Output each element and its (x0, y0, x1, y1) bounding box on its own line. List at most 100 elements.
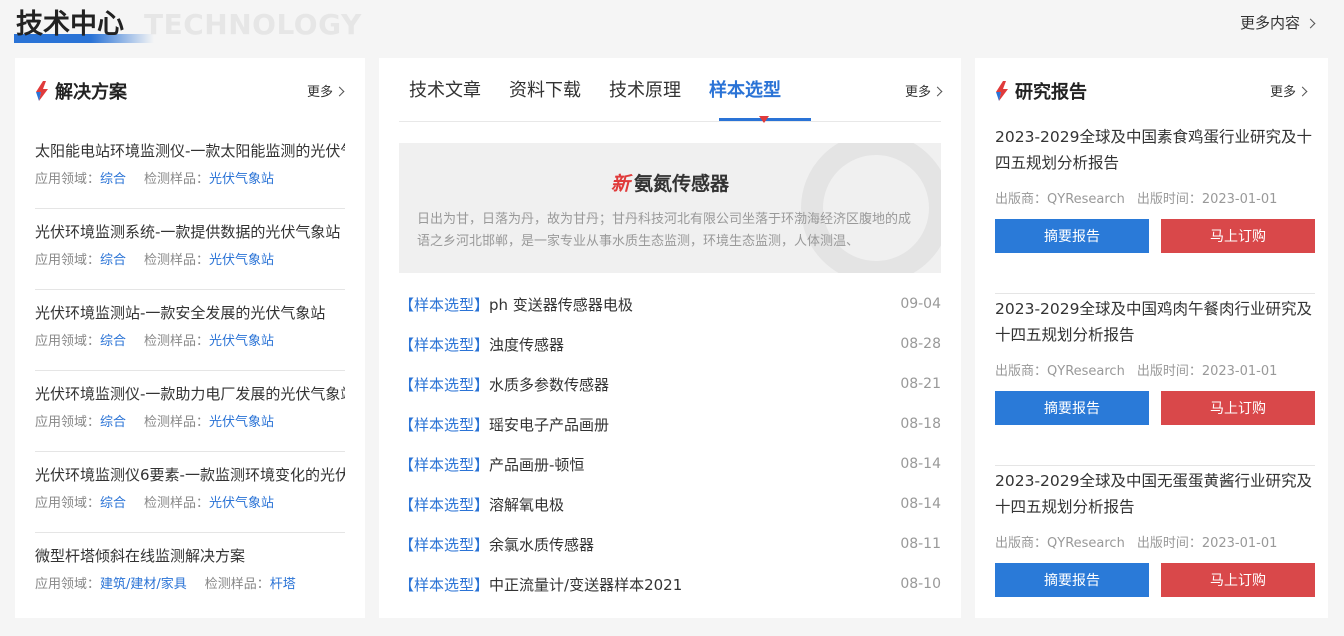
tab-downloads[interactable]: 资料下载 (509, 79, 581, 103)
solution-meta: 应用领域：综合 检测样品：光伏气象站 (35, 492, 345, 511)
article-date: 08-28 (900, 336, 941, 352)
list-item[interactable]: 【样本选型】余氯水质传感器 08-11 (399, 524, 941, 564)
section-title: TECHNOLOGY 技术中心 (14, 6, 361, 46)
reports-more-link[interactable]: 更多 (1270, 81, 1308, 100)
list-item[interactable]: 【样本选型】浊度传感器 08-28 (399, 324, 941, 364)
report-meta: 出版商：QYResearch 出版时间：2023-01-01 (995, 360, 1315, 379)
article-title[interactable]: 水质多参数传感器 (489, 376, 609, 394)
solutions-title-text: 解决方案 (55, 82, 127, 103)
field-value[interactable]: 综合 (100, 496, 126, 511)
section-title-en: TECHNOLOGY (144, 8, 362, 41)
sample-label: 检测样品： (144, 496, 210, 511)
article-tag[interactable]: 【样本选型】 (399, 296, 489, 314)
list-item[interactable]: 【样本选型】ph 变送器传感器电极 09-04 (399, 284, 941, 324)
featured-title[interactable]: 新氨氮传感器 (399, 169, 941, 196)
tab-sample-selection[interactable]: 样本选型 (709, 79, 781, 103)
article-date: 08-14 (900, 456, 941, 472)
sample-value[interactable]: 光伏气象站 (209, 415, 274, 430)
list-item[interactable]: 【样本选型】产品画册-顿恒 08-14 (399, 444, 941, 484)
sample-value[interactable]: 光伏气象站 (209, 496, 274, 511)
sample-value[interactable]: 光伏气象站 (209, 172, 274, 187)
report-title[interactable]: 2023-2029全球及中国素食鸡蛋行业研究及十四五规划分析报告 (995, 124, 1315, 176)
summary-report-button[interactable]: 摘要报告 (995, 563, 1149, 597)
article-title[interactable]: 溶解氧电极 (489, 496, 564, 514)
field-label: 应用领域： (35, 496, 101, 511)
bolt-icon (36, 81, 48, 101)
field-value[interactable]: 综合 (100, 415, 126, 430)
article-tag[interactable]: 【样本选型】 (399, 536, 489, 554)
solution-title[interactable]: 太阳能电站环境监测仪-一款太阳能监测的光伏气象站 (35, 141, 345, 161)
solution-title[interactable]: 光伏环境监测仪6要素-一款监测环境变化的光伏气象站 (35, 465, 345, 485)
article-title[interactable]: 产品画册-顿恒 (489, 456, 584, 474)
featured-description: 日出为甘，日落为丹，故为甘丹；甘丹科技河北有限公司坐落于环渤海经济区腹地的成语之… (417, 212, 912, 249)
article-date: 08-11 (900, 536, 941, 552)
article-title[interactable]: 浊度传感器 (489, 336, 564, 354)
sample-value[interactable]: 光伏气象站 (209, 253, 274, 268)
field-value[interactable]: 综合 (100, 172, 126, 187)
solution-title[interactable]: 光伏环境监测系统-一款提供数据的光伏气象站 (35, 222, 345, 242)
article-tag[interactable]: 【样本选型】 (399, 336, 489, 354)
list-item[interactable]: 【样本选型】溶解氧电极 08-14 (399, 484, 941, 524)
publisher-value: QYResearch (1047, 364, 1125, 379)
article-tag[interactable]: 【样本选型】 (399, 376, 489, 394)
article-tag[interactable]: 【样本选型】 (399, 416, 489, 434)
sample-value[interactable]: 光伏气象站 (209, 334, 274, 349)
article-tag[interactable]: 【样本选型】 (399, 456, 489, 474)
list-item: 2023-2029全球及中国素食鸡蛋行业研究及十四五规划分析报告 出版商：QYR… (995, 122, 1315, 294)
article-title[interactable]: 余氯水质传感器 (489, 536, 594, 554)
list-item[interactable]: 【样本选型】水质多参数传感器 08-21 (399, 364, 941, 404)
list-item[interactable]: 光伏环境监测仪-一款助力电厂发展的光伏气象站 应用领域：综合 检测样品：光伏气象站 (35, 371, 345, 452)
article-date: 08-14 (900, 496, 941, 512)
article-title[interactable]: ph 变送器传感器电极 (489, 296, 633, 314)
sample-label: 检测样品： (144, 253, 210, 268)
solution-title[interactable]: 光伏环境监测仪-一款助力电厂发展的光伏气象站 (35, 384, 345, 404)
publisher-value: QYResearch (1047, 192, 1125, 207)
list-item[interactable]: 光伏环境监测系统-一款提供数据的光伏气象站 应用领域：综合 检测样品：光伏气象站 (35, 209, 345, 290)
field-value[interactable]: 综合 (100, 334, 126, 349)
report-meta: 出版商：QYResearch 出版时间：2023-01-01 (995, 188, 1315, 207)
list-item[interactable]: 光伏环境监测站-一款安全发展的光伏气象站 应用领域：综合 检测样品：光伏气象站 (35, 290, 345, 371)
list-item[interactable]: 微型杆塔倾斜在线监测解决方案 应用领域：建筑/建材/家具 检测样品：杆塔 (35, 533, 345, 614)
featured-card[interactable]: 新氨氮传感器 日出为甘，日落为丹，故为甘丹；甘丹科技河北有限公司坐落于环渤海经济… (399, 143, 941, 273)
date-value: 2023-01-01 (1201, 364, 1278, 379)
article-tag[interactable]: 【样本选型】 (399, 576, 489, 594)
article-title[interactable]: 中正流量计/变送器样本2021 (489, 576, 682, 594)
solutions-more-link[interactable]: 更多 (307, 81, 345, 100)
summary-report-button[interactable]: 摘要报告 (995, 219, 1149, 253)
order-now-button[interactable]: 马上订购 (1161, 563, 1315, 597)
report-actions: 摘要报告 马上订购 (995, 563, 1315, 597)
report-meta: 出版商：QYResearch 出版时间：2023-01-01 (995, 532, 1315, 551)
publisher-label: 出版商： (995, 364, 1048, 379)
date-label: 出版时间： (1136, 364, 1202, 379)
article-title[interactable]: 瑶安电子产品画册 (489, 416, 609, 434)
field-label: 应用领域： (35, 415, 101, 430)
field-value[interactable]: 综合 (100, 253, 126, 268)
date-value: 2023-01-01 (1201, 536, 1278, 551)
list-item[interactable]: 【样本选型】瑶安电子产品画册 08-18 (399, 404, 941, 444)
article-list: 【样本选型】ph 变送器传感器电极 09-04 【样本选型】浊度传感器 08-2… (399, 284, 941, 604)
tab-tech-articles[interactable]: 技术文章 (409, 79, 481, 103)
sample-value[interactable]: 杆塔 (270, 577, 296, 592)
tech-panel: 技术文章 资料下载 技术原理 样本选型 更多 新氨氮传感器 日出为甘，日落为丹，… (379, 58, 961, 618)
more-content-link[interactable]: 更多内容 (1240, 12, 1316, 33)
summary-report-button[interactable]: 摘要报告 (995, 391, 1149, 425)
field-value[interactable]: 建筑/建材/家具 (100, 577, 187, 592)
order-now-button[interactable]: 马上订购 (1161, 391, 1315, 425)
reports-title-text: 研究报告 (1015, 82, 1087, 103)
article-date: 08-21 (900, 376, 941, 392)
tech-more-link[interactable]: 更多 (905, 81, 943, 100)
report-title[interactable]: 2023-2029全球及中国鸡肉午餐肉行业研究及十四五规划分析报告 (995, 296, 1315, 348)
list-item[interactable]: 【样本选型】中正流量计/变送器样本2021 08-10 (399, 564, 941, 604)
report-title[interactable]: 2023-2029全球及中国无蛋蛋黄酱行业研究及十四五规划分析报告 (995, 468, 1315, 520)
solution-title[interactable]: 微型杆塔倾斜在线监测解决方案 (35, 546, 345, 566)
list-item[interactable]: 光伏环境监测仪6要素-一款监测环境变化的光伏气象站 应用领域：综合 检测样品：光伏… (35, 452, 345, 533)
order-now-button[interactable]: 马上订购 (1161, 219, 1315, 253)
list-item[interactable]: 太阳能电站环境监测仪-一款太阳能监测的光伏气象站 应用领域：综合 检测样品：光伏气… (35, 128, 345, 209)
article-tag[interactable]: 【样本选型】 (399, 496, 489, 514)
tab-tech-principles[interactable]: 技术原理 (609, 79, 681, 103)
chevron-right-icon (1297, 86, 1308, 96)
reports-list: 2023-2029全球及中国素食鸡蛋行业研究及十四五规划分析报告 出版商：QYR… (995, 122, 1315, 636)
solutions-panel: 解决方案 更多 太阳能电站环境监测仪-一款太阳能监测的光伏气象站 应用领域：综合… (15, 58, 365, 618)
solution-title[interactable]: 光伏环境监测站-一款安全发展的光伏气象站 (35, 303, 345, 323)
section-header: TECHNOLOGY 技术中心 更多内容 (0, 0, 1344, 58)
